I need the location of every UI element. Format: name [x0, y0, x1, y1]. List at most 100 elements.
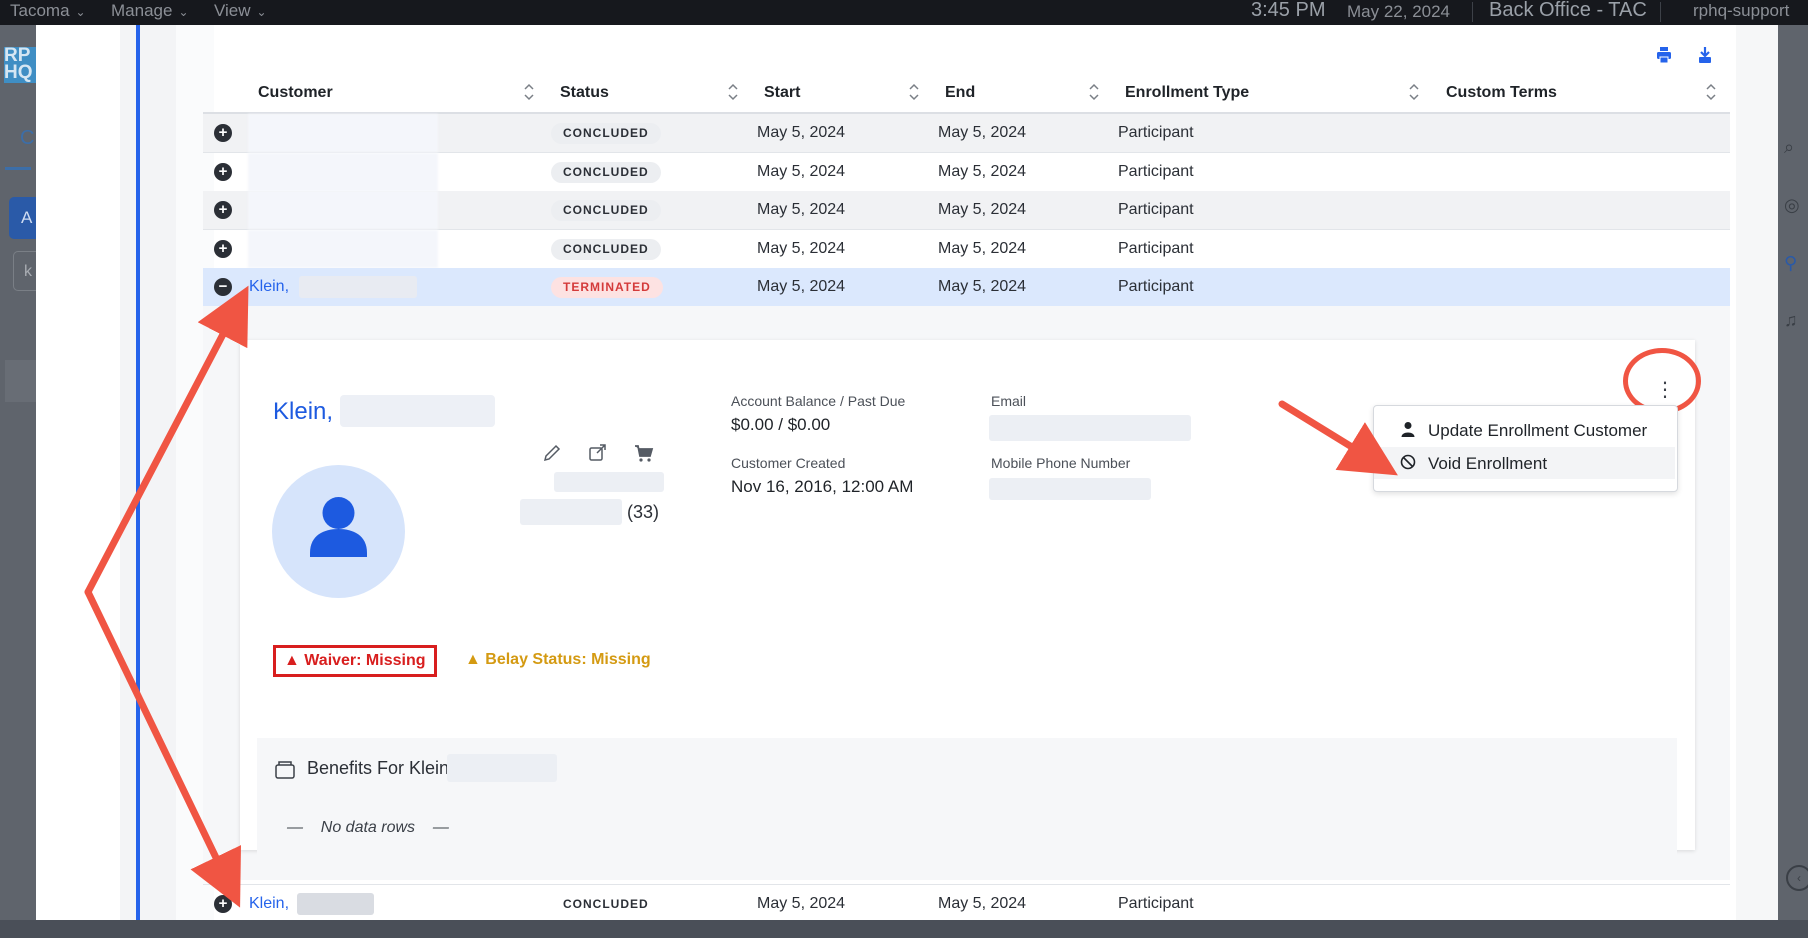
menu-manage-label: Manage: [111, 1, 173, 20]
customer-detail-card: Klein, (33) Account Balance / Past Due $…: [240, 340, 1701, 856]
column-header-end[interactable]: End: [945, 84, 975, 102]
table-header: Customer Status Start End Enrollment Typ…: [203, 70, 1730, 114]
menu-view-label: View: [214, 1, 251, 20]
expand-row-icon[interactable]: +: [214, 895, 232, 913]
enrollment-type: Participant: [1118, 163, 1194, 180]
start-date: May 5, 2024: [757, 124, 846, 141]
download-icon[interactable]: [1697, 46, 1713, 64]
panel-edge: [120, 25, 176, 920]
menu-item-update-enrollment-customer[interactable]: Update Enrollment Customer: [1374, 414, 1675, 446]
background-tab: C: [20, 127, 35, 149]
benefits-section: Benefits For Klein, — No data rows —: [257, 738, 1677, 856]
sort-icon[interactable]: [1705, 82, 1717, 102]
end-date: May 5, 2024: [938, 240, 1027, 257]
warning-icon: ▲: [284, 652, 305, 669]
search-icon: ⌕: [1784, 137, 1795, 157]
status-badge: CONCLUDED: [551, 123, 661, 144]
sort-icon[interactable]: [727, 82, 739, 102]
account-balance-value: $0.00 / $0.00: [731, 415, 831, 434]
user-name[interactable]: rphq-support: [1693, 1, 1789, 21]
menu-item-label: Update Enrollment Customer: [1428, 421, 1648, 440]
sort-icon[interactable]: [523, 82, 535, 102]
divider: [1472, 2, 1473, 22]
os-menu-bar: Tacoma ⌄ Manage ⌄ View ⌄ 3:45 PM May 22, 20…: [0, 0, 1808, 25]
belay-status-text: Belay Status: Missing: [485, 651, 651, 668]
collapse-row-icon[interactable]: −: [214, 278, 232, 296]
edit-icon[interactable]: [542, 443, 562, 463]
modal-gutter: [36, 25, 120, 920]
ban-icon: [1400, 454, 1416, 470]
end-date: May 5, 2024: [938, 895, 1027, 912]
clock-time: 3:45 PM: [1251, 0, 1326, 21]
user-icon: ⚲: [1784, 253, 1798, 273]
enrollment-type: Participant: [1118, 240, 1194, 257]
customer-name-redacted: [248, 230, 438, 268]
start-date: May 5, 2024: [757, 163, 846, 180]
status-badge: CONCLUDED: [551, 162, 661, 183]
chevron-down-icon: ⌄: [256, 5, 267, 19]
status-badge: TERMINATED: [551, 277, 663, 298]
enrollment-type: Participant: [1118, 124, 1194, 141]
menu-tacoma[interactable]: Tacoma ⌄: [10, 1, 86, 21]
start-date: May 5, 2024: [757, 201, 846, 218]
end-date: May 5, 2024: [938, 278, 1027, 295]
expand-row-icon[interactable]: +: [214, 163, 232, 181]
column-header-custom-terms[interactable]: Custom Terms: [1446, 84, 1557, 102]
menu-item-label: Void Enrollment: [1428, 454, 1548, 473]
table-row[interactable]: + CONCLUDED May 5, 2024 May 5, 2024 Part…: [203, 114, 1730, 153]
menu-item-void-enrollment[interactable]: Void Enrollment: [1374, 447, 1675, 479]
table-row-expanded[interactable]: − Klein, TERMINATED May 5, 2024 May 5, 2…: [203, 268, 1730, 307]
app-logo: RP HQ: [4, 47, 36, 83]
belay-status: ▲ Belay Status: Missing: [465, 651, 651, 669]
customer-name-redacted: [248, 114, 438, 152]
column-header-customer[interactable]: Customer: [258, 84, 333, 102]
column-header-enrollment-type[interactable]: Enrollment Type: [1125, 84, 1249, 102]
start-date: May 5, 2024: [757, 240, 846, 257]
waiver-status-badge: ▲ Waiver: Missing: [273, 645, 437, 677]
print-icon[interactable]: [1656, 46, 1672, 64]
table-row[interactable]: + CONCLUDED May 5, 2024 May 5, 2024 Part…: [203, 230, 1730, 269]
menu-manage[interactable]: Manage ⌄: [111, 1, 189, 21]
enrollment-type: Participant: [1118, 278, 1194, 295]
start-date: May 5, 2024: [757, 895, 846, 912]
end-date: May 5, 2024: [938, 163, 1027, 180]
sort-icon[interactable]: [1088, 82, 1100, 102]
column-header-status[interactable]: Status: [560, 84, 609, 102]
waiver-status-text: Waiver: Missing: [304, 652, 426, 669]
sort-icon[interactable]: [1408, 82, 1420, 102]
customer-name-redacted: [299, 276, 417, 298]
expand-row-icon[interactable]: +: [214, 201, 232, 219]
table-row[interactable]: + CONCLUDED May 5, 2024 May 5, 2024 Part…: [203, 191, 1730, 230]
panel-accent-line: [136, 25, 140, 920]
status-badge: CONCLUDED: [551, 200, 661, 221]
account-balance-label: Account Balance / Past Due: [731, 393, 906, 409]
location-context[interactable]: Back Office - TAC: [1489, 0, 1647, 22]
dollar-icon: ◎: [1784, 195, 1800, 215]
end-date: May 5, 2024: [938, 201, 1027, 218]
start-date: May 5, 2024: [757, 278, 846, 295]
column-header-start[interactable]: Start: [764, 84, 800, 102]
email-label: Email: [991, 393, 1027, 409]
person-icon: [1401, 422, 1415, 437]
avatar: [272, 465, 405, 598]
table-row[interactable]: + Klein, CONCLUDED May 5, 2024 May 5, 20…: [203, 884, 1730, 924]
tab-underline: [5, 167, 31, 170]
cart-icon[interactable]: [634, 443, 654, 463]
expand-row-icon[interactable]: +: [214, 124, 232, 142]
menu-view[interactable]: View ⌄: [214, 1, 267, 21]
benefits-title: Benefits For Klein,: [307, 758, 455, 778]
customer-name-link[interactable]: Klein,: [249, 895, 289, 913]
right-edge: [1736, 25, 1778, 920]
expand-row-icon[interactable]: +: [214, 240, 232, 258]
collapse-icon[interactable]: ‹: [1786, 865, 1808, 891]
table-row[interactable]: + CONCLUDED May 5, 2024 May 5, 2024 Part…: [203, 153, 1730, 192]
clock-date: May 22, 2024: [1347, 2, 1451, 21]
background-button: A: [9, 197, 36, 239]
external-link-icon[interactable]: [588, 443, 608, 463]
background-input: k: [13, 251, 36, 291]
customer-name-redacted: [297, 893, 374, 915]
sort-icon[interactable]: [908, 82, 920, 102]
customer-created-label: Customer Created: [731, 455, 846, 471]
customer-name-link[interactable]: Klein,: [249, 278, 289, 296]
menu-tacoma-label: Tacoma: [10, 1, 70, 20]
